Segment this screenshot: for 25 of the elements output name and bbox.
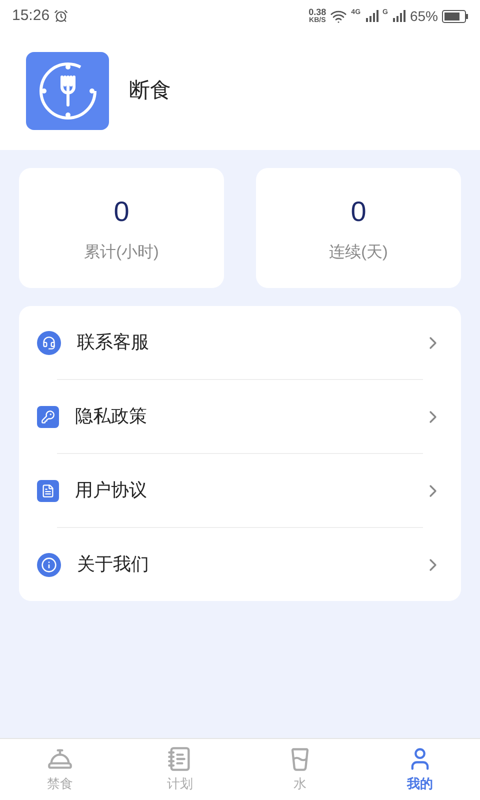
menu-label: 关于我们 xyxy=(77,553,150,576)
alarm-icon xyxy=(54,9,68,23)
stat-label: 连续(天) xyxy=(329,242,388,263)
menu-label: 联系客服 xyxy=(77,331,150,354)
signal-icon xyxy=(364,10,379,22)
stat-label: 累计(小时) xyxy=(84,242,159,263)
battery-percent: 65% xyxy=(410,6,438,26)
signal-icon xyxy=(392,10,406,22)
menu-label: 用户协议 xyxy=(75,479,148,502)
info-icon xyxy=(37,552,61,576)
notepad-icon xyxy=(167,746,193,772)
stat-value: 0 xyxy=(114,195,130,229)
network-speed: 0.38 xyxy=(308,8,326,17)
tab[interactable]: 我的 xyxy=(360,739,480,800)
document-icon xyxy=(37,480,59,502)
menu-item[interactable]: 联系客服 xyxy=(37,306,443,379)
menu-label: 隐私政策 xyxy=(75,405,148,428)
stat-value: 0 xyxy=(350,195,366,229)
menu-item[interactable]: 隐私政策 xyxy=(37,380,443,453)
key-icon xyxy=(37,406,59,428)
clock-time: 15:26 xyxy=(12,6,50,26)
menu-item[interactable]: 用户协议 xyxy=(37,454,443,527)
app-name: 断食 xyxy=(129,78,171,104)
menu-item[interactable]: 关于我们 xyxy=(37,528,443,601)
battery-icon xyxy=(442,10,468,22)
